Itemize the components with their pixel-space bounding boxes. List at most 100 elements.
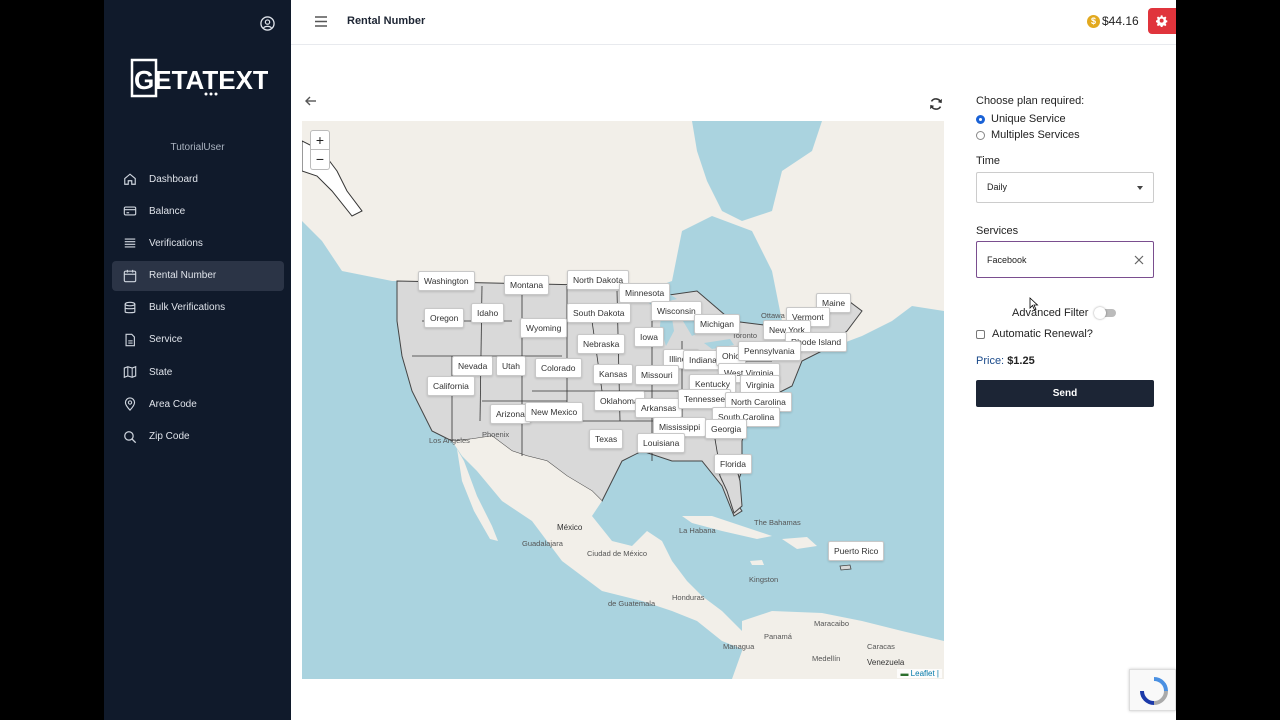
state-marker-arkansas[interactable]: Arkansas	[635, 398, 683, 418]
state-marker-iowa[interactable]: Iowa	[634, 327, 664, 347]
radio-button[interactable]	[976, 114, 985, 124]
radio-label: Unique Service	[991, 113, 1066, 125]
state-marker-louisiana[interactable]: Louisiana	[637, 433, 686, 453]
state-marker-puerto-rico[interactable]: Puerto Rico	[828, 541, 885, 561]
balance-display[interactable]: $ $44.16	[1087, 14, 1139, 28]
state-marker-florida[interactable]: Florida	[714, 454, 752, 474]
place-label: Honduras	[672, 593, 705, 602]
back-arrow-icon[interactable]	[304, 94, 318, 108]
place-label: Ciudad de México	[587, 549, 648, 558]
document-icon	[123, 333, 137, 347]
sidebar-nav: Dashboard Balance Verifications Rental N…	[112, 164, 284, 454]
sidebar-item-label: Service	[149, 334, 183, 346]
state-marker-south-dakota[interactable]: South Dakota	[567, 303, 631, 323]
state-marker-georgia[interactable]: Georgia	[705, 419, 748, 439]
place-label: Maracaibo	[814, 619, 850, 628]
state-marker-pennsylvania[interactable]: Pennsylvania	[738, 341, 801, 361]
username: TutorialUser	[170, 142, 225, 153]
sidebar-item-rental-number[interactable]: Rental Number	[112, 260, 284, 291]
time-select[interactable]: Daily	[976, 172, 1154, 203]
recaptcha-badge[interactable]	[1129, 669, 1176, 711]
logo: GETATEXT	[130, 58, 269, 100]
place-label: Ottawa	[761, 311, 785, 320]
gear-icon	[1156, 15, 1168, 27]
state-marker-nevada[interactable]: Nevada	[452, 356, 494, 376]
map-icon	[123, 365, 137, 379]
state-marker-montana[interactable]: Montana	[504, 275, 550, 295]
sidebar-item-label: Balance	[149, 205, 186, 217]
user-account-icon[interactable]	[260, 16, 275, 31]
state-marker-wyoming[interactable]: Wyoming	[520, 318, 568, 338]
sidebar-item-label: Bulk Verifications	[149, 302, 226, 314]
balance-amount: $44.16	[1102, 14, 1139, 28]
advanced-filter-label: Advanced Filter	[1012, 307, 1089, 319]
sidebar-item-zip-code[interactable]: Zip Code	[112, 422, 284, 452]
place-label: México	[557, 523, 583, 532]
state-marker-idaho[interactable]: Idaho	[471, 303, 505, 323]
plan-option-unique-service[interactable]: Unique Service	[976, 111, 1156, 127]
place-label: Medellín	[812, 654, 841, 663]
sidebar-item-balance[interactable]: Balance	[112, 196, 284, 226]
state-marker-nebraska[interactable]: Nebraska	[577, 334, 626, 354]
database-icon	[123, 301, 137, 315]
calendar-icon	[123, 269, 137, 283]
place-label: Caracas	[867, 642, 895, 651]
wallet-icon	[123, 204, 137, 218]
place-label: Kingston	[749, 575, 779, 584]
recaptcha-icon	[1140, 677, 1168, 705]
time-label: Time	[976, 155, 1001, 167]
states-map[interactable]: + − Los Angeles Phoenix Ottawa Toronto M…	[302, 121, 944, 679]
zoom-out-button[interactable]: −	[310, 150, 330, 170]
services-label: Services	[976, 225, 1019, 237]
location-pin-icon	[123, 397, 137, 412]
map-attribution[interactable]: ▬ Leaflet |	[897, 669, 942, 678]
sidebar-item-area-code[interactable]: Area Code	[112, 389, 284, 419]
sidebar-item-verifications[interactable]: Verifications	[112, 228, 284, 258]
send-button[interactable]: Send	[976, 380, 1154, 407]
zoom-in-button[interactable]: +	[310, 130, 330, 150]
home-icon	[123, 172, 137, 186]
place-label: Los Angeles	[429, 436, 470, 445]
state-marker-colorado[interactable]: Colorado	[535, 358, 582, 378]
advanced-filter-toggle[interactable]	[1094, 307, 1117, 319]
price-row: Price: $1.25	[976, 355, 1035, 367]
state-marker-utah[interactable]: Utah	[496, 356, 526, 376]
state-marker-new-mexico[interactable]: New Mexico	[525, 402, 584, 422]
automatic-renewal-checkbox[interactable]	[976, 329, 985, 339]
state-marker-washington[interactable]: Washington	[418, 271, 475, 291]
sidebar-item-service[interactable]: Service	[112, 325, 284, 355]
radio-button[interactable]	[976, 130, 985, 140]
time-value: Daily	[987, 182, 1008, 192]
logo-text: GETATEXT	[134, 65, 268, 95]
hamburger-menu-icon[interactable]	[314, 15, 328, 28]
sidebar-item-label: Dashboard	[149, 173, 198, 185]
app-window: GETATEXT TutorialUser Dashboard Balance …	[104, 0, 1176, 720]
place-label: Panamá	[764, 632, 792, 641]
state-marker-minnesota[interactable]: Minnesota	[619, 283, 671, 303]
place-label: Phoenix	[482, 430, 510, 439]
mouse-cursor-icon	[1029, 297, 1039, 311]
services-input[interactable]: Facebook	[976, 241, 1154, 278]
state-marker-kansas[interactable]: Kansas	[593, 364, 634, 384]
refresh-icon[interactable]	[929, 97, 943, 111]
sidebar-item-bulk-verifications[interactable]: Bulk Verifications	[112, 293, 284, 323]
list-icon	[123, 236, 137, 250]
sidebar-item-state[interactable]: State	[112, 357, 284, 387]
coin-icon: $	[1087, 14, 1100, 28]
settings-button[interactable]	[1148, 8, 1176, 34]
sidebar: GETATEXT TutorialUser Dashboard Balance …	[104, 0, 291, 720]
state-marker-oregon[interactable]: Oregon	[424, 308, 465, 328]
radio-label: Multiples Services	[991, 129, 1080, 141]
price-value: $1.25	[1007, 355, 1035, 367]
state-marker-michigan[interactable]: Michigan	[694, 314, 741, 334]
state-marker-texas[interactable]: Texas	[589, 429, 624, 449]
state-marker-california[interactable]: California	[427, 376, 475, 396]
page-title: Rental Number	[347, 15, 426, 27]
sidebar-item-dashboard[interactable]: Dashboard	[112, 164, 284, 194]
state-marker-missouri[interactable]: Missouri	[635, 365, 679, 385]
close-icon[interactable]	[1134, 255, 1144, 265]
state-marker-tennessee[interactable]: Tennessee	[678, 389, 732, 409]
plan-option-multiples-services[interactable]: Multiples Services	[976, 127, 1156, 143]
sidebar-item-label: State	[149, 366, 173, 378]
place-label: La Habana	[679, 526, 716, 535]
